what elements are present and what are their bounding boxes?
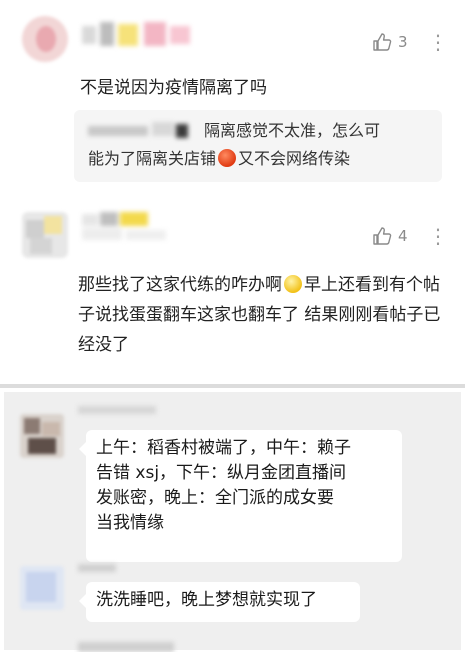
quoted-username-redacted [88, 122, 192, 138]
thumbs-up-icon [372, 226, 392, 246]
thumbs-up-icon [372, 32, 392, 52]
quoted-text-line1: 隔离感觉不太准，怎么可 [204, 121, 381, 140]
like-count: 3 [398, 33, 408, 51]
avatar[interactable] [20, 566, 64, 610]
flushed-face-emoji [284, 275, 302, 293]
chat-panel: 上午：稻香村被端了，中午：赖子 告错 xsj，下午：纵月金团直播间 发账密，晚上… [4, 392, 461, 652]
more-vertical-icon[interactable]: ⋮ [428, 32, 448, 52]
avatar[interactable] [22, 16, 68, 62]
chat-line: 当我情缘 [96, 513, 164, 533]
username-redacted [82, 212, 206, 242]
like-button[interactable]: 4 [372, 226, 408, 246]
chat-line: 发账密，晚上：全门派的成女要 [96, 488, 334, 508]
like-count: 4 [398, 227, 408, 245]
like-button[interactable]: 3 [372, 32, 408, 52]
chat-line: 告错 xsj，下午：纵月金团直播间 [96, 463, 347, 483]
chat-bubble[interactable]: 洗洗睡吧，晚上梦想就实现了 [79, 582, 360, 622]
chat-line: 洗洗睡吧，晚上梦想就实现了 [96, 590, 317, 610]
comment-panel: 3 ⋮ 不是说因为疫情隔离了吗 隔离感觉不太准，怎么可 能为了隔离关店铺 又不会网… [0, 0, 465, 384]
sender-name-redacted [78, 562, 118, 574]
angry-face-emoji [218, 149, 237, 167]
chat-line: 上午：稻香村被端了，中午：赖子 [96, 438, 351, 458]
comment-text: 那些找了这家代练的咋办啊 早上还看到有个帖子说找蛋蛋翻车这家也翻车了 结果刚刚看帖… [78, 270, 454, 360]
username-redacted [82, 22, 192, 48]
comment-text-segment: 那些找了这家代练的咋办啊 [78, 275, 282, 295]
divider [0, 384, 465, 388]
more-vertical-icon[interactable]: ⋮ [428, 226, 448, 246]
sender-name-redacted [78, 404, 158, 416]
quoted-text-segment: 又不会网络传染 [238, 149, 351, 168]
avatar[interactable] [22, 212, 68, 258]
comment-text: 不是说因为疫情隔离了吗 [80, 78, 267, 98]
chat-bubble[interactable]: 上午：稻香村被端了，中午：赖子 告错 xsj，下午：纵月金团直播间 发账密，晚上… [79, 430, 402, 562]
quoted-text-segment: 能为了隔离关店铺 [88, 149, 217, 168]
avatar[interactable] [20, 414, 64, 458]
quoted-text-line2: 能为了隔离关店铺 又不会网络传染 [88, 146, 350, 171]
